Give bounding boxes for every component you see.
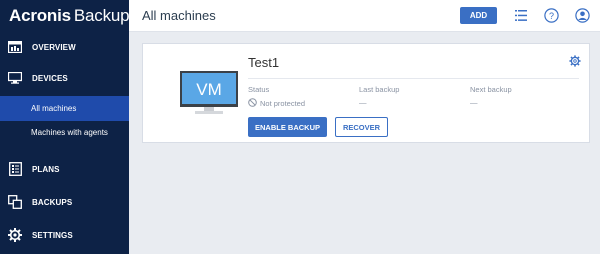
- gear-icon: [7, 227, 23, 243]
- sidebar: Acronis Backup OVERVIEW DEVICES All mach…: [0, 0, 130, 254]
- brand-logo[interactable]: Acronis Backup: [0, 0, 130, 32]
- svg-text:?: ?: [549, 11, 554, 21]
- sidebar-item-backups[interactable]: BACKUPS: [0, 187, 129, 217]
- sidebar-item-settings[interactable]: SETTINGS: [0, 220, 129, 250]
- next-backup-value: —: [470, 98, 478, 107]
- next-backup-column: Next backup —: [470, 85, 512, 107]
- page-title: All machines: [142, 8, 216, 23]
- recover-button[interactable]: RECOVER: [335, 117, 388, 137]
- enable-backup-button[interactable]: ENABLE BACKUP: [248, 117, 327, 137]
- last-backup-column: Last backup —: [359, 85, 399, 107]
- vm-monitor-icon: VM: [180, 71, 238, 120]
- last-backup-value: —: [359, 98, 367, 107]
- sidebar-item-devices[interactable]: DEVICES: [0, 63, 129, 93]
- gear-icon[interactable]: [569, 54, 581, 67]
- machine-name[interactable]: Test1: [248, 55, 279, 70]
- list-icon[interactable]: [512, 7, 529, 24]
- backups-icon: [7, 194, 23, 210]
- status-column: Status Not protected: [248, 85, 305, 109]
- plans-icon: [7, 161, 23, 177]
- dashboard-icon: [7, 39, 23, 55]
- sidebar-item-label: DEVICES: [32, 73, 68, 83]
- account-icon[interactable]: [574, 7, 591, 24]
- brand-name-bold: Acronis: [9, 6, 71, 25]
- header: All machines ADD ?: [129, 0, 600, 32]
- not-protected-icon: [248, 98, 260, 109]
- sidebar-item-plans[interactable]: PLANS: [0, 154, 129, 184]
- sidebar-item-label: OVERVIEW: [32, 42, 76, 52]
- next-backup-label: Next backup: [470, 85, 512, 94]
- sidebar-item-label: BACKUPS: [32, 197, 73, 207]
- sidebar-item-overview[interactable]: OVERVIEW: [0, 32, 129, 62]
- card-divider: [248, 78, 579, 79]
- status-value: Not protected: [260, 99, 306, 108]
- sidebar-item-label: PLANS: [32, 164, 60, 174]
- vm-label: VM: [196, 80, 222, 99]
- sidebar-subitem-machines-with-agents[interactable]: Machines with agents: [0, 120, 129, 145]
- sidebar-item-label: SETTINGS: [32, 230, 73, 240]
- brand-name-light: Backup: [73, 6, 130, 25]
- last-backup-label: Last backup: [359, 85, 400, 94]
- monitor-icon: [7, 70, 23, 86]
- sidebar-subitem-all-machines[interactable]: All machines: [0, 96, 129, 121]
- status-label: Status: [248, 85, 270, 94]
- help-icon[interactable]: ?: [543, 7, 560, 24]
- add-button[interactable]: ADD: [460, 7, 497, 24]
- machine-card[interactable]: VM Test1 Status Not protected Last backu…: [142, 43, 590, 143]
